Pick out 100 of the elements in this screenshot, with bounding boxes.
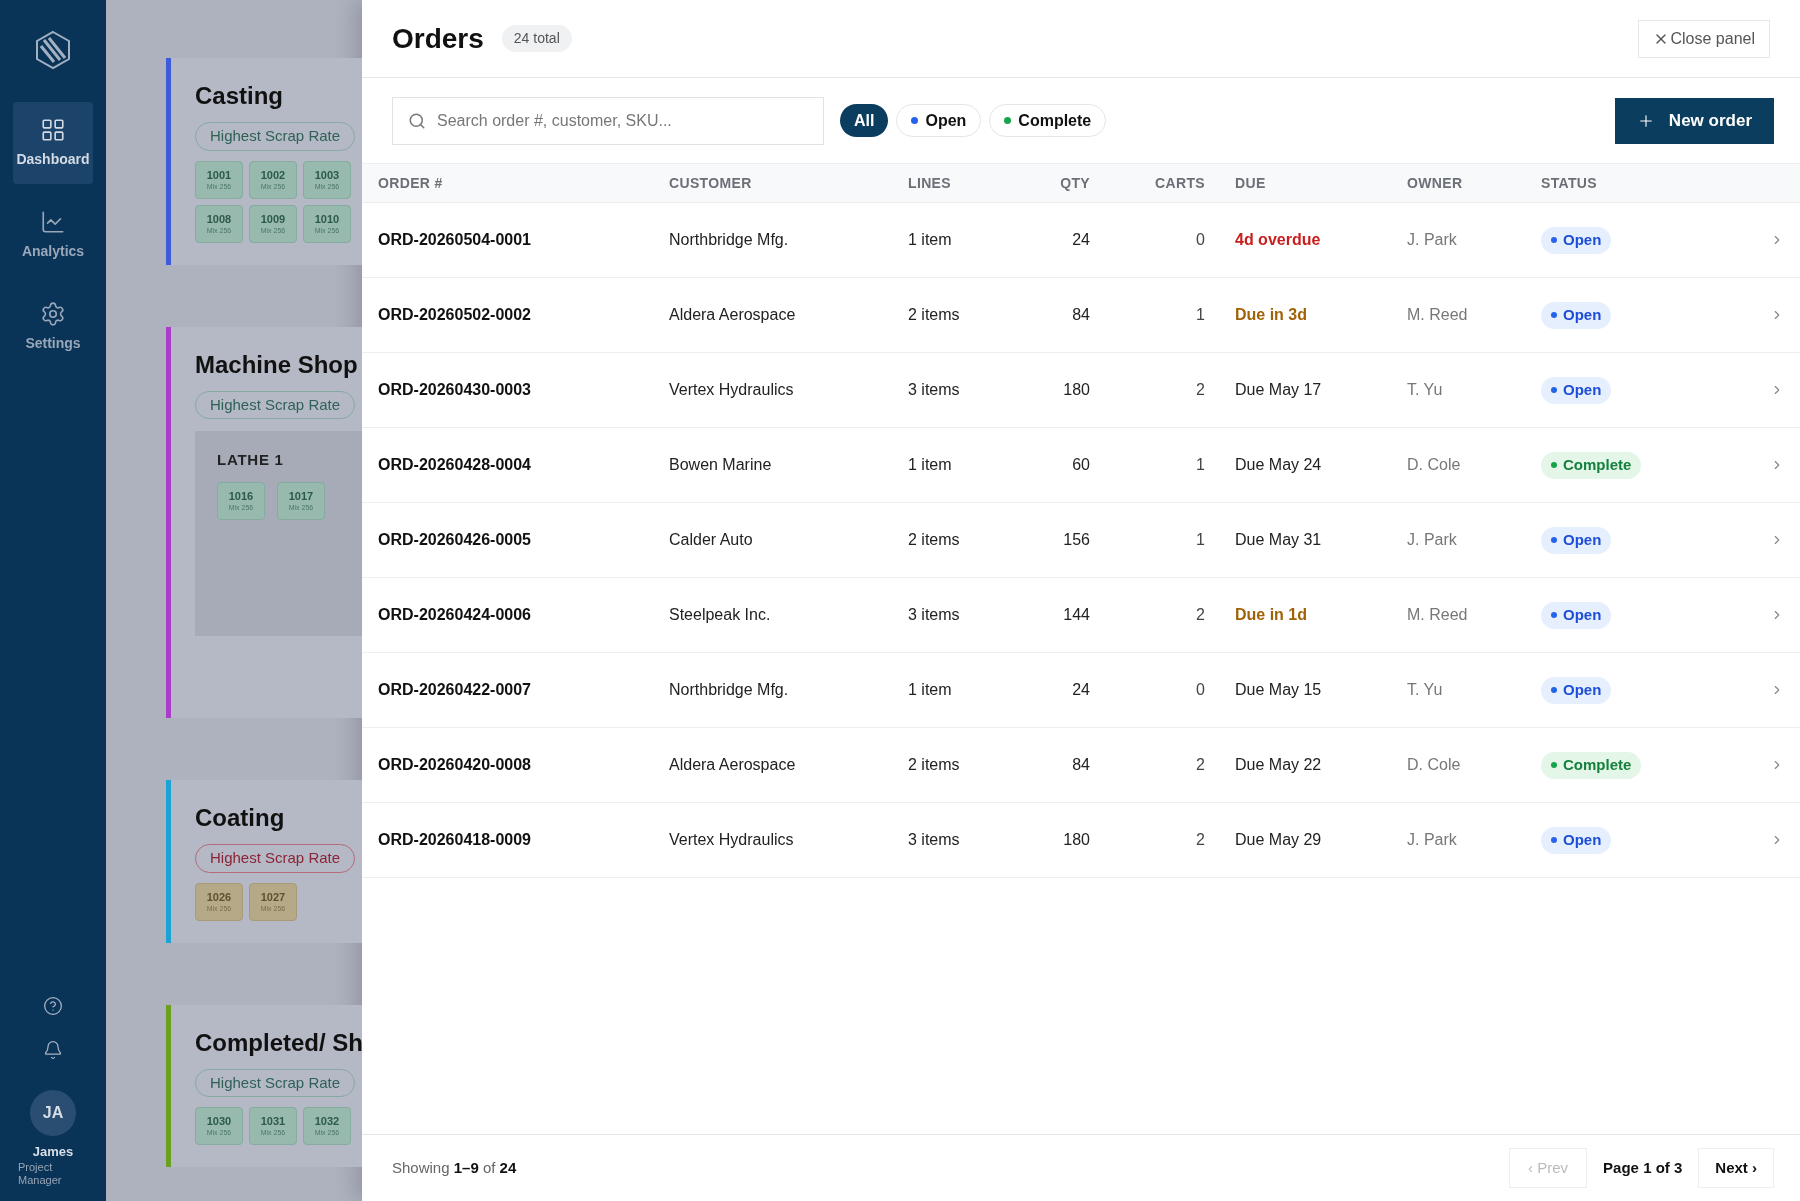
qty-cell-text: 144 [1063,605,1090,625]
qty-cell-text: 84 [1072,755,1090,775]
bell-icon[interactable] [43,1039,63,1060]
due-cell-text: Due May 24 [1234,455,1323,475]
carts-cell-text: 2 [1196,830,1205,850]
column-header: CARTS [1155,173,1205,193]
due-cell-text: Due in 3d [1234,305,1308,325]
customer-cell-text: Steelpeak Inc. [669,605,772,625]
order-row[interactable]: ORD-20260502-0002 Aldera Aerospace 2 items 84 1 Due in 3d M. Reed Open [362,278,1800,353]
qty-cell-text: 156 [1063,530,1090,550]
carts-cell-text: 0 [1196,680,1205,700]
order-number: ORD-20260428-0004 [378,455,532,475]
order-row[interactable]: ORD-20260422-0007 Northbridge Mfg. 1 item 24 0 Due May 15 T. Yu Open [362,653,1800,728]
carts-cell-text: 1 [1196,455,1205,475]
showing-text: Showing 1–9 of 24 [392,1157,517,1178]
customer-cell-text: Aldera Aerospace [669,305,797,325]
customer-cell-text: Bowen Marine [669,455,773,475]
qty-cell-text: 60 [1072,455,1090,475]
column-header: OWNER [1407,173,1464,193]
carts-cell-text: 1 [1196,305,1205,325]
owner-cell-text: D. Cole [1407,755,1462,775]
carts-cell-text: 1 [1196,530,1205,550]
customer-cell-text: Calder Auto [669,530,754,550]
lines-cell-text: 3 items [908,380,961,400]
order-row[interactable]: ORD-20260424-0006 Steelpeak Inc. 3 items 144 2 Due in 1d M. Reed Open [362,578,1800,653]
nav-item[interactable]: Settings [13,286,93,368]
due-cell-text: Due May 17 [1234,380,1323,400]
carts-cell-text: 2 [1196,380,1205,400]
status-badge: Complete [1541,452,1642,479]
status-badge: Open [1541,527,1612,554]
due-cell-text: 4d overdue [1234,230,1322,250]
owner-cell-text: T. Yu [1407,680,1444,700]
column-header: CUSTOMER [669,173,753,193]
nav-item[interactable]: Analytics [13,194,93,276]
owner-cell-text: M. Reed [1407,605,1469,625]
settings-icon [40,300,66,327]
column-header: QTY [1060,173,1090,193]
order-number: ORD-20260422-0007 [378,680,532,700]
customer-cell-text: Vertex Hydraulics [669,380,795,400]
help-icon[interactable] [43,995,63,1016]
order-row[interactable]: ORD-20260418-0009 Vertex Hydraulics 3 items 180 2 Due May 29 J. Park Open [362,803,1800,878]
section-title: Machine Shop [195,349,359,380]
carts-cell-text: 2 [1196,605,1205,625]
order-row[interactable]: ORD-20260420-0008 Aldera Aerospace 2 items 84 2 Due May 22 D. Cole Complete [362,728,1800,803]
close-panel-button[interactable]: Close panel [1637,19,1770,58]
owner-cell-text: J. Park [1407,530,1458,550]
column-header: STATUS [1541,173,1599,193]
order-row[interactable]: ORD-20260426-0005 Calder Auto 2 items 156 1 Due May 31 J. Park Open [362,503,1800,578]
qty-cell-text: 24 [1072,680,1090,700]
search-icon [408,111,426,130]
order-number: ORD-20260504-0001 [378,230,532,250]
owner-cell-text: D. Cole [1407,455,1462,475]
dashboard-icon [40,116,66,143]
next-button[interactable]: Next › [1698,1148,1774,1188]
customer-cell-text: Aldera Aerospace [669,755,797,775]
column-header: DUE [1234,173,1267,193]
order-number: ORD-20260424-0006 [378,605,532,625]
customer-cell-text: Vertex Hydraulics [669,830,795,850]
logo-icon [34,30,72,70]
status-badge: Complete [1541,752,1642,779]
user-name: James [32,1142,74,1161]
order-row[interactable]: ORD-20260430-0003 Vertex Hydraulics 3 items 180 2 Due May 17 T. Yu Open [362,353,1800,428]
station-name: LATHE 1 [217,450,285,470]
order-number: ORD-20260420-0008 [378,755,532,775]
lines-cell-text: 1 item [908,455,953,475]
search-field[interactable]: Search order #, customer, SKU... [392,96,824,145]
filter-chip[interactable]: All [840,104,889,137]
section-title: Coating [195,803,286,833]
column-header: ORDER # [378,173,444,193]
order-row[interactable]: ORD-20260504-0001 Northbridge Mfg. 1 item 24 0 4d overdue J. Park Open [362,203,1800,278]
status-badge: Open [1541,602,1612,629]
order-number: ORD-20260430-0003 [378,380,532,400]
due-cell-text: Due May 15 [1234,680,1323,700]
qty-cell-text: 180 [1063,380,1090,400]
column-header: LINES [908,173,952,193]
status-badge: Open [1541,677,1612,704]
user-avatar[interactable]: JA [30,1089,76,1136]
carts-cell-text: 0 [1196,230,1205,250]
owner-cell-text: T. Yu [1407,380,1444,400]
status-badge: Open [1541,227,1612,254]
lines-cell-text: 2 items [908,755,961,775]
qty-cell-text: 84 [1072,305,1090,325]
new-order-button[interactable]: New order [1614,97,1774,144]
panel-title: Orders [392,21,484,56]
lines-cell-text: 3 items [908,605,961,625]
lines-cell-text: 2 items [908,530,961,550]
customer-cell-text: Northbridge Mfg. [669,230,790,250]
owner-cell-text: J. Park [1407,230,1458,250]
nav-item[interactable]: Dashboard [13,102,93,184]
status-badge: Open [1541,827,1612,854]
due-cell-text: Due May 29 [1234,830,1323,850]
lines-cell-text: 1 item [908,230,953,250]
due-cell-text: Due in 1d [1234,605,1308,625]
status-badge: Open [1541,377,1612,404]
order-number: ORD-20260502-0002 [378,305,532,325]
section-title: Casting [195,81,284,111]
order-row[interactable]: ORD-20260428-0004 Bowen Marine 1 item 60 1 Due May 24 D. Cole Complete [362,428,1800,503]
due-cell-text: Due May 31 [1234,530,1323,550]
order-number: ORD-20260418-0009 [378,830,532,850]
due-cell-text: Due May 22 [1234,755,1323,775]
